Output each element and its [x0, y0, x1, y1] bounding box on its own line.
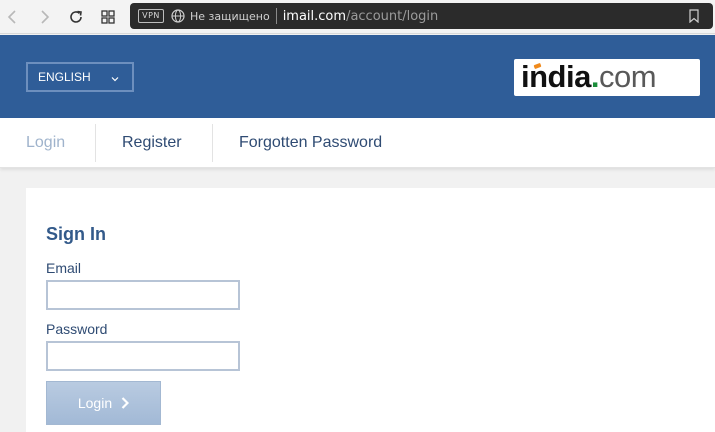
logo-text: india.com: [521, 59, 657, 94]
tab-register[interactable]: Register: [122, 118, 182, 168]
email-field[interactable]: [46, 280, 240, 310]
globe-icon[interactable]: [171, 9, 185, 23]
sign-in-card: Sign In Email Password Login: [26, 188, 715, 432]
back-icon: [7, 10, 16, 24]
forward-button[interactable]: [33, 6, 55, 28]
bookmark-button[interactable]: [687, 8, 701, 24]
url-host: imail.com: [282, 8, 347, 24]
address-bar[interactable]: VPN Не защищено imail.com/account/login: [130, 3, 713, 29]
tab-forgotten-password[interactable]: Forgotten Password: [239, 118, 382, 168]
site-header: ENGLISH india.com: [0, 35, 715, 118]
language-label: ENGLISH: [38, 70, 91, 84]
address-divider: [275, 8, 277, 24]
logo-dot: .: [590, 59, 600, 94]
reload-icon: [70, 10, 82, 23]
security-status[interactable]: Не защищено: [190, 10, 270, 23]
password-field[interactable]: [46, 341, 240, 371]
url-path: /account/login: [346, 8, 439, 24]
language-select[interactable]: ENGLISH: [26, 62, 134, 92]
browser-toolbar: VPN Не защищено imail.com/account/login: [0, 0, 715, 34]
vpn-badge[interactable]: VPN: [138, 9, 164, 23]
reload-button[interactable]: [65, 6, 87, 28]
tabs-icon: [101, 10, 115, 24]
bookmark-icon: [689, 9, 699, 23]
logo-india: india: [521, 59, 591, 94]
tab-login[interactable]: Login: [26, 118, 65, 168]
forward-icon: [41, 10, 50, 24]
tab-divider: [95, 124, 96, 162]
logo-com: com: [598, 59, 657, 94]
login-button-label: Login: [77, 395, 113, 411]
account-tabs: Login Register Forgotten Password: [0, 118, 715, 168]
email-label: Email: [46, 260, 82, 276]
site-logo[interactable]: india.com: [514, 59, 700, 96]
back-button[interactable]: [2, 6, 24, 28]
password-label: Password: [46, 321, 108, 337]
chevron-right-icon: [121, 397, 130, 409]
login-button[interactable]: Login: [46, 381, 161, 425]
page-title: Sign In: [46, 224, 106, 244]
url-text[interactable]: imail.com/account/login: [283, 9, 439, 24]
tab-divider: [212, 124, 213, 162]
tabs-button[interactable]: [97, 6, 119, 28]
chevron-down-icon: [111, 72, 119, 86]
